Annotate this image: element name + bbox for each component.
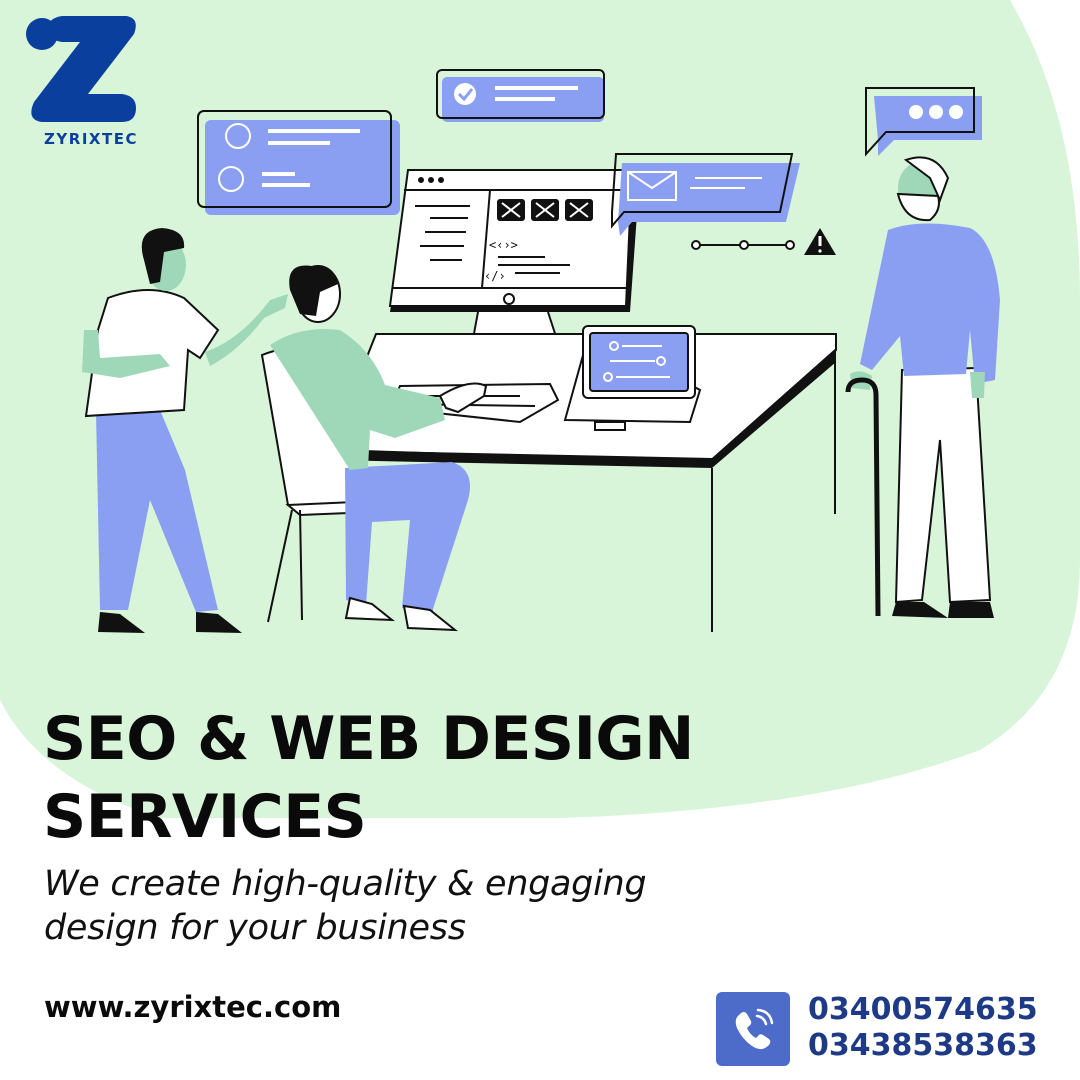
phone-icon-button[interactable] bbox=[716, 992, 790, 1066]
website-link[interactable]: www.zyrixtec.com bbox=[44, 990, 341, 1024]
tagline: We create high-quality & engaging design… bbox=[44, 862, 804, 950]
tagline-line-2: design for your business bbox=[44, 908, 466, 948]
brand-logo[interactable]: ZYRIXTEC bbox=[22, 12, 147, 152]
phone-icon bbox=[735, 1008, 774, 1050]
headline-line-1: SEO & WEB DESIGN bbox=[43, 704, 694, 774]
code-tag-open: <‹›> bbox=[489, 238, 518, 252]
z-logo-icon bbox=[26, 16, 137, 122]
code-tag-close: ‹/› bbox=[484, 269, 506, 283]
chat-bubble bbox=[865, 87, 982, 157]
connector-line bbox=[691, 228, 836, 255]
headline-line-2: SERVICES bbox=[43, 782, 367, 852]
tagline-line-1: We create high-quality & engaging bbox=[44, 864, 647, 904]
floating-card-check bbox=[436, 69, 605, 122]
standing-person bbox=[82, 228, 288, 633]
tablet bbox=[563, 325, 702, 431]
phone-numbers: 03400574635 03438538363 bbox=[808, 992, 1038, 1064]
elderly-person bbox=[845, 156, 1000, 618]
brand-name: ZYRIXTEC bbox=[44, 130, 138, 148]
email-bubble bbox=[611, 153, 800, 236]
floating-card-left bbox=[197, 110, 400, 215]
phone-number-1[interactable]: 03400574635 bbox=[808, 992, 1038, 1028]
page-title: SEO & WEB DESIGN SERVICES bbox=[43, 700, 803, 856]
phone-number-2[interactable]: 03438538363 bbox=[808, 1028, 1038, 1064]
team-web-design-illustration: <‹›> ‹/› bbox=[82, 69, 1000, 633]
